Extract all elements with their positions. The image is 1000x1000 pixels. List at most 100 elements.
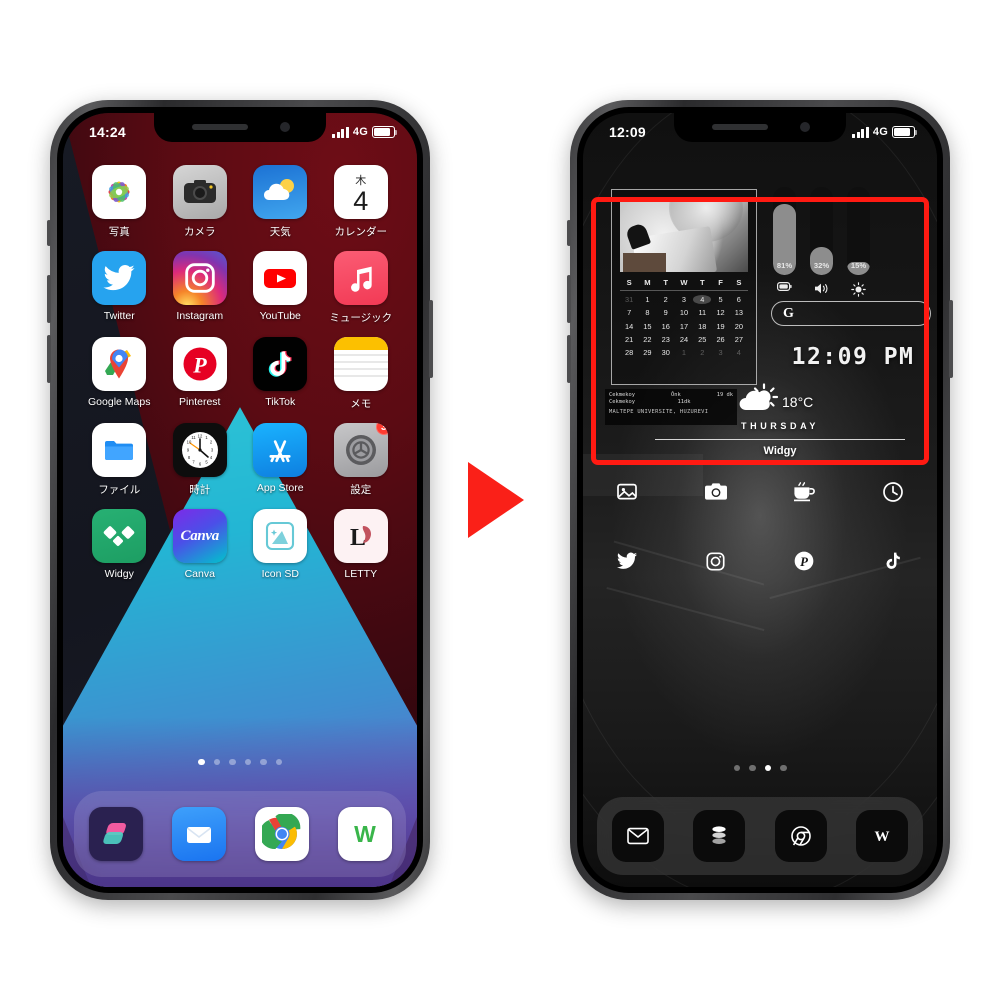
app-icon-sd[interactable]: Icon SD (240, 509, 321, 580)
chrome-icon[interactable] (254, 807, 309, 861)
volume-down-button[interactable] (567, 335, 571, 383)
app-photos[interactable]: 写真 (79, 165, 160, 239)
clock-icon[interactable] (849, 481, 938, 503)
twitter-icon[interactable] (583, 550, 672, 572)
left-status-time: 14:24 (89, 124, 126, 140)
app-weather[interactable]: 天気 (240, 165, 321, 239)
battery-icon (892, 126, 918, 138)
tiktok-icon[interactable] (849, 550, 938, 572)
app-label: ファイル (98, 484, 141, 496)
app-label: Pinterest (179, 396, 221, 408)
app-tiktok[interactable]: TikTok (240, 337, 321, 411)
page-dot[interactable] (780, 764, 787, 771)
app-label: YouTube (259, 310, 301, 322)
chrome-icon[interactable] (774, 810, 827, 862)
app-label: LETTY (344, 568, 378, 580)
app-widgy[interactable]: Widgy (79, 509, 160, 580)
app-notes[interactable]: メモ (321, 337, 402, 411)
wallet-w-icon[interactable]: W (856, 810, 909, 862)
right-icon-row-1 (583, 481, 937, 503)
left-page-dots[interactable] (63, 758, 417, 765)
page-dot[interactable] (260, 758, 267, 765)
left-status-indicators: 4G (332, 126, 398, 138)
app-label: 写真 (108, 226, 130, 238)
app-store-icon[interactable] (253, 423, 308, 477)
twitter-icon[interactable] (92, 251, 147, 305)
photos-icon[interactable] (92, 165, 147, 219)
app-clock[interactable]: 12 3 69 12 45 78 10 11 時計 (160, 423, 241, 497)
photos-icon[interactable] (583, 481, 672, 503)
coffee-icon[interactable] (760, 481, 849, 503)
letty-icon[interactable]: L (333, 509, 388, 563)
svg-text:W: W (875, 829, 890, 845)
page-dot[interactable] (198, 758, 205, 765)
app-twitter[interactable]: Twitter (79, 251, 160, 325)
app-app-store[interactable]: App Store (240, 423, 321, 497)
svg-text:P: P (800, 555, 808, 569)
app-canva[interactable]: Canva Canva (160, 509, 241, 580)
app-label: Twitter (103, 310, 135, 322)
earpiece-speaker (192, 124, 248, 130)
mail-icon[interactable] (611, 810, 664, 862)
volume-down-button[interactable] (47, 335, 51, 383)
right-page-dots[interactable] (583, 764, 937, 771)
red-right-arrow (468, 462, 524, 538)
notes-icon[interactable] (333, 337, 388, 391)
weather-icon[interactable] (253, 165, 308, 219)
page-dot[interactable] (749, 764, 756, 771)
wallet-w-icon[interactable]: W (337, 807, 392, 861)
power-button[interactable] (949, 300, 953, 378)
mute-switch[interactable] (47, 220, 51, 246)
volume-up-button[interactable] (47, 275, 51, 323)
right-status-indicators: 4G (852, 126, 918, 138)
settings-icon[interactable]: 3 (333, 423, 388, 477)
app-settings[interactable]: 3 設定 (321, 423, 402, 497)
google-maps-icon[interactable] (92, 337, 147, 391)
left-dock: W (74, 791, 406, 877)
instagram-icon[interactable] (672, 550, 761, 572)
app-music[interactable]: ミュージック (321, 251, 402, 325)
music-icon[interactable] (333, 251, 388, 305)
page-dot[interactable] (229, 758, 236, 765)
app-instagram[interactable]: Instagram (160, 251, 241, 325)
signal-bars-icon (332, 126, 349, 138)
calendar-weekday: 木 (355, 174, 367, 187)
app-youtube[interactable]: YouTube (240, 251, 321, 325)
app-label: App Store (256, 482, 304, 494)
youtube-icon[interactable] (253, 251, 308, 305)
calendar-icon[interactable]: 木 4 (333, 165, 388, 219)
page-dot[interactable] (764, 764, 771, 771)
app-pinterest[interactable]: P Pinterest (160, 337, 241, 411)
app-label: ミュージック (329, 312, 393, 324)
page-dot[interactable] (733, 764, 740, 771)
clock-icon[interactable]: 12 3 69 12 45 78 10 11 (172, 423, 227, 477)
mute-switch[interactable] (567, 220, 571, 246)
page-dot[interactable] (275, 758, 282, 765)
app-letty[interactable]: L LETTY (321, 509, 402, 580)
app-camera[interactable]: カメラ (160, 165, 241, 239)
tiktok-icon[interactable] (253, 337, 308, 391)
app-label: カレンダー (334, 226, 388, 238)
app-label: Widgy (104, 568, 134, 580)
page-dot[interactable] (244, 758, 251, 765)
pinterest-icon[interactable]: P (760, 550, 849, 572)
mail-icon[interactable] (171, 807, 226, 861)
app-files[interactable]: ファイル (79, 423, 160, 497)
app-calendar[interactable]: 木 4 カレンダー (321, 165, 402, 239)
app-google-maps[interactable]: Google Maps (79, 337, 160, 411)
camera-icon[interactable] (172, 165, 227, 219)
stack-icon[interactable] (693, 810, 746, 862)
volume-up-button[interactable] (567, 275, 571, 323)
camera-icon[interactable] (672, 481, 761, 503)
pinterest-icon[interactable]: P (172, 337, 227, 391)
instagram-icon[interactable] (172, 251, 227, 305)
widgy-icon[interactable] (92, 509, 147, 563)
shortcuts-icon[interactable] (88, 807, 143, 861)
icon-sd-icon[interactable] (253, 509, 308, 563)
app-label: Icon SD (261, 568, 299, 580)
canva-icon[interactable]: Canva (172, 509, 227, 563)
files-icon[interactable] (92, 423, 147, 477)
power-button[interactable] (429, 300, 433, 378)
page-dot[interactable] (213, 758, 220, 765)
phone-right: 12:09 4G SMT W T F S 31 1 2 3 4 5 6 7 8 … (567, 100, 953, 900)
